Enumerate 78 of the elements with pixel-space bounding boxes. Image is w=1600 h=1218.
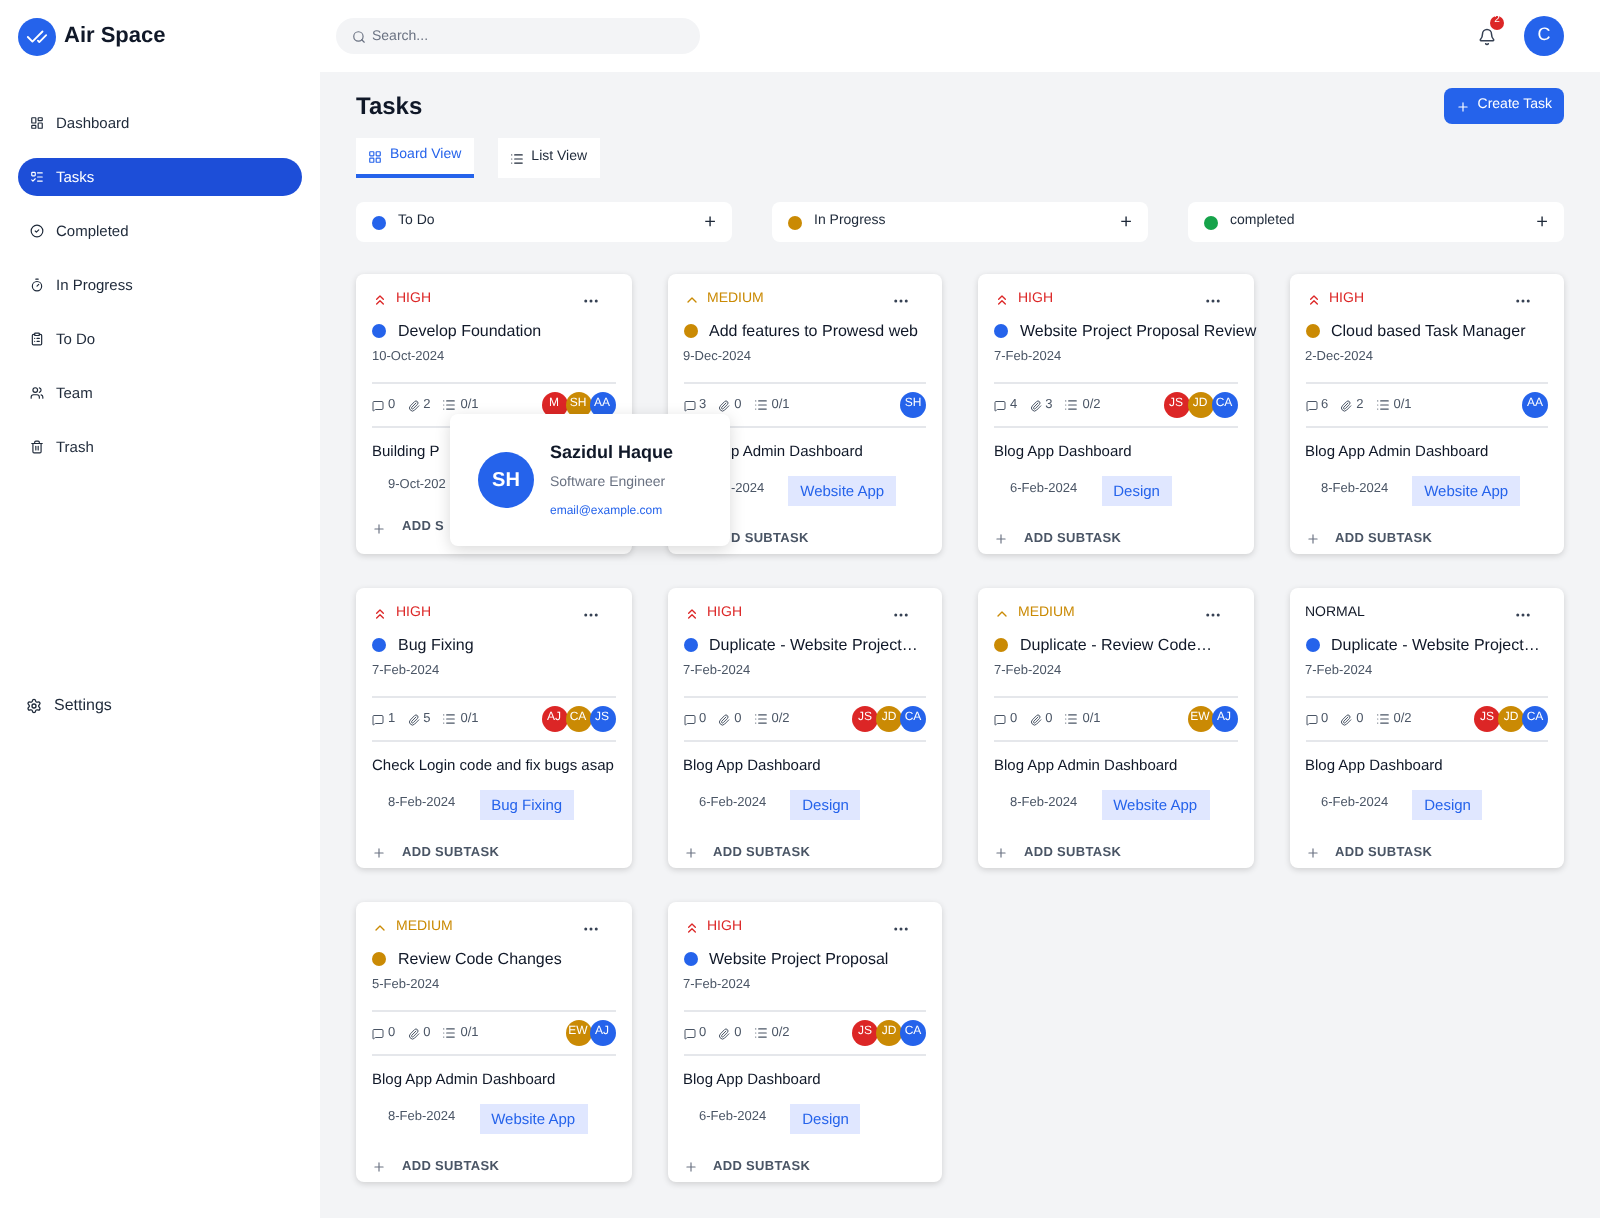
list-icon bbox=[1064, 398, 1079, 413]
add-button[interactable]: + bbox=[1536, 207, 1548, 237]
settings-icon bbox=[26, 698, 42, 714]
trash-icon bbox=[30, 440, 44, 454]
double-chevron-up-icon bbox=[994, 292, 1010, 309]
clipboard-icon bbox=[30, 332, 44, 346]
search-icon bbox=[352, 29, 366, 43]
task-title[interactable]: Duplicate - Review Code… bbox=[1020, 633, 1213, 657]
comment-icon bbox=[994, 713, 1006, 726]
task-title[interactable]: Bug Fixing bbox=[398, 633, 474, 657]
double-chevron-up-icon bbox=[1305, 292, 1321, 309]
comment-icon bbox=[683, 713, 695, 726]
comment-icon bbox=[994, 399, 1006, 412]
list-icon bbox=[442, 712, 457, 727]
add-button[interactable]: + bbox=[1120, 207, 1132, 237]
plus-icon bbox=[994, 846, 1008, 861]
plus-icon bbox=[683, 846, 697, 861]
plus-icon bbox=[1455, 99, 1470, 113]
grid-icon bbox=[368, 149, 382, 163]
double-chevron-up-icon bbox=[372, 292, 388, 309]
paperclip-icon bbox=[718, 399, 731, 412]
double-chevron-up-icon bbox=[683, 920, 699, 937]
plus-icon bbox=[372, 846, 386, 861]
list-icon bbox=[753, 398, 768, 413]
list-icon bbox=[753, 712, 768, 727]
paperclip-icon bbox=[718, 713, 731, 726]
settings-item[interactable]: Settings bbox=[18, 694, 302, 718]
paperclip-icon bbox=[1340, 399, 1353, 412]
profile-avatar[interactable]: C bbox=[1524, 16, 1564, 56]
list-icon bbox=[1064, 712, 1079, 727]
task-title[interactable]: Review Code Changes bbox=[398, 947, 562, 971]
task-title[interactable]: Develop Foundation bbox=[398, 319, 542, 343]
paperclip-icon bbox=[407, 713, 420, 726]
comment-icon bbox=[372, 713, 384, 726]
double-chevron-up-icon bbox=[372, 606, 388, 623]
plus-icon bbox=[1305, 846, 1319, 861]
task-title[interactable]: Duplicate - Website Project… bbox=[709, 633, 918, 657]
task-title[interactable]: Website Project Proposal bbox=[709, 947, 889, 971]
user-avatar: SH bbox=[478, 452, 534, 508]
list-icon bbox=[30, 170, 44, 184]
plus-icon bbox=[994, 532, 1008, 547]
plus-icon bbox=[1305, 532, 1319, 547]
comment-icon bbox=[372, 1027, 384, 1040]
comment-icon bbox=[683, 1027, 695, 1040]
bell-icon[interactable] bbox=[1478, 27, 1496, 45]
paperclip-icon bbox=[1029, 713, 1042, 726]
list-icon bbox=[1375, 712, 1390, 727]
add-button[interactable]: + bbox=[704, 207, 716, 237]
list-icon bbox=[442, 1026, 457, 1041]
list-icon bbox=[442, 398, 457, 413]
plus-icon bbox=[683, 1160, 697, 1175]
list-icon bbox=[1375, 398, 1390, 413]
page-title: Tasks bbox=[356, 90, 423, 124]
comment-icon bbox=[372, 399, 384, 412]
check-circle-icon bbox=[30, 224, 44, 238]
task-title[interactable]: Add features to Prowesd web bbox=[709, 319, 919, 343]
timer-icon bbox=[30, 278, 44, 292]
dashboard-icon bbox=[30, 116, 44, 130]
paperclip-icon bbox=[1340, 713, 1353, 726]
task-title[interactable]: Duplicate - Website Project… bbox=[1331, 633, 1540, 657]
double-chevron-up-icon bbox=[683, 606, 699, 623]
comment-icon bbox=[683, 399, 695, 412]
paperclip-icon bbox=[718, 1027, 731, 1040]
list-icon bbox=[509, 151, 524, 165]
paperclip-icon bbox=[407, 1027, 420, 1040]
paperclip-icon bbox=[1029, 399, 1042, 412]
logo-icon bbox=[18, 17, 56, 55]
users-icon bbox=[30, 386, 44, 400]
brand-name: Air Space bbox=[64, 21, 166, 52]
task-title[interactable]: Website Project Proposal Review bbox=[1020, 319, 1257, 343]
paperclip-icon bbox=[407, 399, 420, 412]
comment-icon bbox=[1305, 713, 1317, 726]
plus-icon bbox=[372, 1160, 386, 1175]
list-icon bbox=[753, 1026, 768, 1041]
comment-icon bbox=[1305, 399, 1317, 412]
user-name: Sazidul Haque bbox=[550, 439, 674, 466]
task-title[interactable]: Cloud based Task Manager bbox=[1331, 319, 1526, 343]
plus-icon bbox=[372, 521, 386, 536]
